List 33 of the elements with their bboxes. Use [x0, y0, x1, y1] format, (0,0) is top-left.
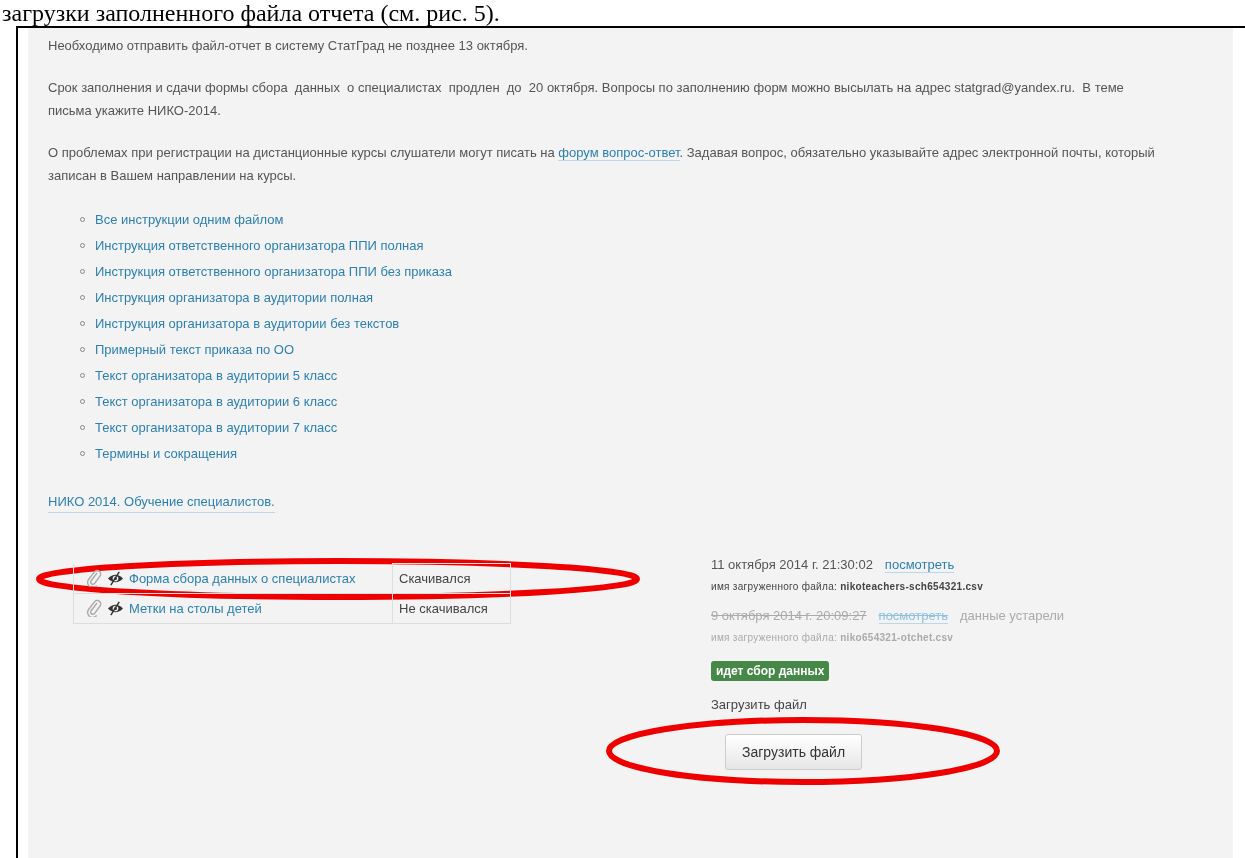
document-link[interactable]: Термины и сокращения — [95, 445, 238, 461]
document-link[interactable]: Инструкция ответственного организатора ППИ без приказа — [95, 263, 453, 279]
document-link[interactable]: Инструкция организатора в аудитории без текстов — [95, 315, 400, 331]
view-link[interactable]: посмотреть — [884, 557, 955, 573]
upload-date: 11 октября 2014 г. 21:30:02 — [711, 557, 873, 572]
status-badge: идет сбор данных — [711, 661, 830, 681]
document-caption: загрузки заполненного файла отчета (см. рис. 5). — [1, 0, 501, 26]
notice-text: Необходимо отправить файл-отчет в систему СтатГрад не позднее 13 октября. — [48, 37, 529, 55]
status-cell: Не скачивался — [392, 593, 511, 624]
eye-icon[interactable] — [107, 600, 124, 616]
notice-text: О проблемах при регистрации на дистанционные курсы слушатели могут писать на форум вопрос-ответ. Задавая вопрос, обязательно указывайте адрес электронной почты, который записан в Вашем направлении на курсы. — [48, 144, 1156, 185]
file-link[interactable]: Метки на столы детей — [129, 600, 262, 616]
paperclip-icon — [86, 569, 102, 587]
file-link[interactable]: Форма сбора данных о специалистах — [129, 570, 356, 586]
forum-link[interactable]: форум вопрос-ответ — [558, 145, 680, 161]
document-link[interactable]: Инструкция организатора в аудитории полная — [95, 289, 374, 305]
document-link[interactable]: Текст организатора в аудитории 7 класс — [95, 419, 338, 435]
upload-label: Загрузить файл — [711, 697, 807, 712]
eye-icon[interactable] — [107, 570, 124, 586]
file-name-text: имя загруженного файла: niko654321-otchet.csv — [711, 632, 955, 643]
document-link[interactable]: Инструкция ответственного организатора ППИ полная — [95, 237, 424, 253]
paperclip-icon — [86, 599, 102, 617]
document-link[interactable]: Текст организатора в аудитории 6 класс — [95, 393, 338, 409]
document-link[interactable]: Текст организатора в аудитории 5 класс — [95, 367, 338, 383]
notice-text: Срок заполнения и сдачи формы сбора данных о специалистах продлен до 20 октября. Вопросы по заполнению форм можно высылать на адрес statgrad@yandex.ru. В теме письма укажите НИКО-2014. — [48, 79, 1125, 120]
status-cell: Скачивался — [392, 563, 511, 594]
document-link[interactable]: Все инструкции одним файлом — [95, 211, 284, 227]
course-link[interactable]: НИКО 2014. Обучение специалистов. — [48, 492, 275, 513]
file-name-text: имя загруженного файла: nikoteachers-sch654321.csv — [711, 581, 984, 592]
outdated-note: данные устарели — [959, 608, 1065, 623]
upload-date: 9 октября 2014 г. 20:09:27 — [711, 608, 867, 623]
document-link[interactable]: Примерный текст приказа по ОО — [95, 341, 295, 357]
upload-button[interactable]: Загрузить файл — [725, 734, 863, 770]
